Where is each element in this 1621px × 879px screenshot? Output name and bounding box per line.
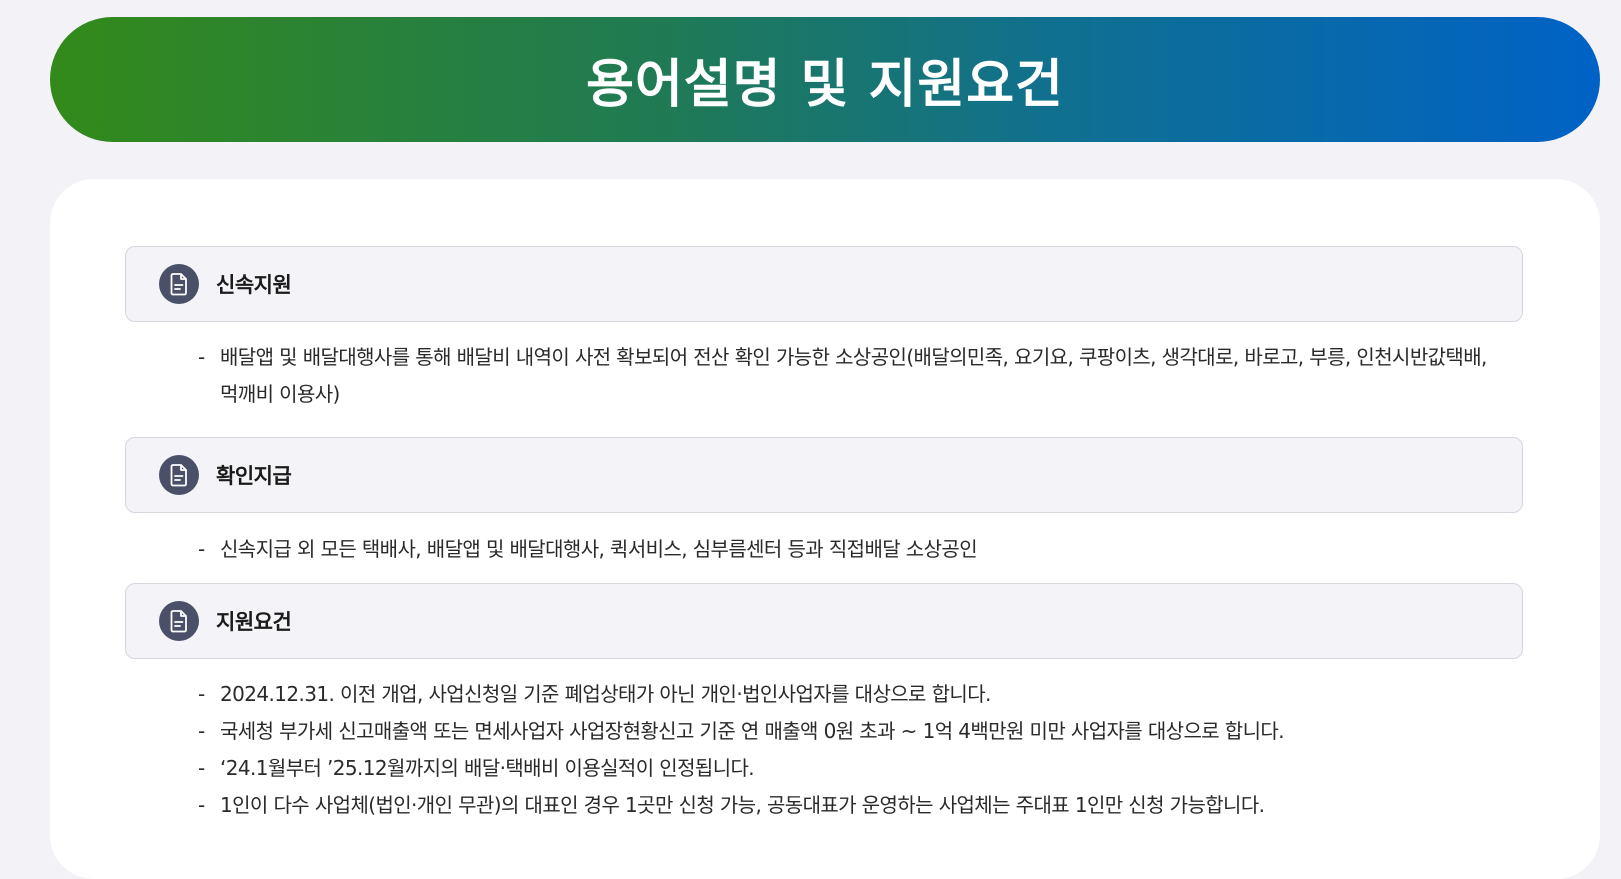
bullet-dash: - — [198, 793, 205, 817]
bullet-dash: - — [198, 537, 205, 561]
section-title: 신속지원 — [216, 273, 292, 297]
list-item: - 신속지급 외 모든 택배사, 배달앱 및 배달대행사, 퀵서비스, 심부름센… — [198, 531, 1488, 568]
section-bullet-list: - 2024.12.31. 이전 개업, 사업신청일 기준 폐업상태가 아닌 개… — [198, 676, 1488, 824]
bullet-dash: - — [198, 719, 205, 743]
content-card: 신속지원 - 배달앱 및 배달대행사를 통해 배달비 내역이 사전 확보되어 전… — [50, 179, 1600, 879]
section-header-eligibility: 지원요건 — [125, 583, 1523, 659]
page-banner: 용어설명 및 지원요건 — [50, 17, 1600, 142]
page-title: 용어설명 및 지원요건 — [586, 55, 1064, 115]
document-icon — [159, 455, 199, 495]
document-icon — [159, 264, 199, 304]
bullet-text: 2024.12.31. 이전 개업, 사업신청일 기준 폐업상태가 아닌 개인·… — [220, 682, 991, 706]
bullet-text: ‘24.1월부터 ’25.12월까지의 배달·택배비 이용실적이 인정됩니다. — [220, 756, 755, 780]
bullet-dash: - — [198, 756, 205, 780]
bullet-text: 배달앱 및 배달대행사를 통해 배달비 내역이 사전 확보되어 전산 확인 가능… — [220, 345, 1487, 406]
section-bullet-list: - 신속지급 외 모든 택배사, 배달앱 및 배달대행사, 퀵서비스, 심부름센… — [198, 531, 1488, 568]
bullet-dash: - — [198, 345, 205, 369]
bullet-dash: - — [198, 682, 205, 706]
section-bullet-list: - 배달앱 및 배달대행사를 통해 배달비 내역이 사전 확보되어 전산 확인 … — [198, 339, 1488, 413]
bullet-text: 1인이 다수 사업체(법인·개인 무관)의 대표인 경우 1곳만 신청 가능, … — [220, 793, 1265, 817]
section-title: 지원요건 — [216, 610, 292, 634]
list-item: - 국세청 부가세 신고매출액 또는 면세사업자 사업장현황신고 기준 연 매출… — [198, 713, 1488, 750]
bullet-text: 신속지급 외 모든 택배사, 배달앱 및 배달대행사, 퀵서비스, 심부름센터 … — [220, 537, 978, 561]
bullet-text: 국세청 부가세 신고매출액 또는 면세사업자 사업장현황신고 기준 연 매출액 … — [220, 719, 1285, 743]
section-header-verified-payment: 확인지급 — [125, 437, 1523, 513]
list-item: - 배달앱 및 배달대행사를 통해 배달비 내역이 사전 확보되어 전산 확인 … — [198, 339, 1488, 413]
list-item: - 1인이 다수 사업체(법인·개인 무관)의 대표인 경우 1곳만 신청 가능… — [198, 787, 1488, 824]
list-item: - ‘24.1월부터 ’25.12월까지의 배달·택배비 이용실적이 인정됩니다… — [198, 750, 1488, 787]
document-icon — [159, 601, 199, 641]
list-item: - 2024.12.31. 이전 개업, 사업신청일 기준 폐업상태가 아닌 개… — [198, 676, 1488, 713]
section-title: 확인지급 — [216, 464, 292, 488]
section-header-rapid-support: 신속지원 — [125, 246, 1523, 322]
